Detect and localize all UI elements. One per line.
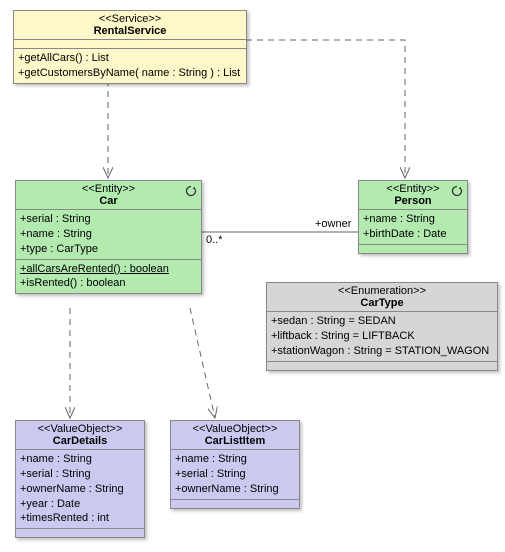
- attribute: +serial : String: [175, 467, 295, 482]
- operation: +isRented() : boolean: [20, 276, 197, 291]
- assoc-multiplicity: 0..*: [206, 234, 223, 246]
- operation: +getAllCars() : List: [18, 51, 242, 66]
- class-title: RentalService: [18, 25, 242, 37]
- class-person: <<Entity>> Person +name : String +birthD…: [358, 180, 468, 254]
- attribute: +name : String: [20, 452, 140, 467]
- class-rental-service: <<Service>> RentalService +getAllCars() …: [13, 10, 247, 84]
- enum-literal: +liftback : String = LIFTBACK: [271, 329, 493, 344]
- attribute: +birthDate : Date: [363, 227, 463, 242]
- stereotype-label: <<Entity>>: [363, 183, 463, 195]
- assoc-role-owner: +owner: [315, 218, 351, 230]
- class-car-details: <<ValueObject>> CarDetails +name : Strin…: [15, 420, 145, 538]
- attribute: +serial : String: [20, 212, 197, 227]
- stereotype-label: <<Enumeration>>: [271, 285, 493, 297]
- attribute: +year : Date: [20, 497, 140, 512]
- refresh-icon: [451, 185, 463, 197]
- class-title: CarType: [271, 297, 493, 309]
- stereotype-label: <<ValueObject>>: [20, 423, 140, 435]
- enum-literal: +stationWagon : String = STATION_WAGON: [271, 344, 493, 359]
- attribute: +type : CarType: [20, 242, 197, 257]
- attribute: +timesRented : int: [20, 511, 140, 526]
- attribute: +name : String: [175, 452, 295, 467]
- operation-static: +allCarsAreRented() : boolean: [20, 262, 197, 277]
- refresh-icon: [185, 185, 197, 197]
- class-title: Car: [20, 195, 197, 207]
- stereotype-label: <<Entity>>: [20, 183, 197, 195]
- attribute: +name : String: [20, 227, 197, 242]
- class-title: Person: [363, 195, 463, 207]
- attribute: +serial : String: [20, 467, 140, 482]
- class-title: CarDetails: [20, 435, 140, 447]
- attribute: +ownerName : String: [175, 482, 295, 497]
- class-car-list-item: <<ValueObject>> CarListItem +name : Stri…: [170, 420, 300, 509]
- class-car: <<Entity>> Car +serial : String +name : …: [15, 180, 202, 294]
- operation: +getCustomersByName( name : String ) : L…: [18, 66, 242, 81]
- stereotype-label: <<ValueObject>>: [175, 423, 295, 435]
- attribute: +name : String: [363, 212, 463, 227]
- enum-literal: +sedan : String = SEDAN: [271, 314, 493, 329]
- class-car-type: <<Enumeration>> CarType +sedan : String …: [266, 282, 498, 371]
- attribute: +ownerName : String: [20, 482, 140, 497]
- class-title: CarListItem: [175, 435, 295, 447]
- stereotype-label: <<Service>>: [18, 13, 242, 25]
